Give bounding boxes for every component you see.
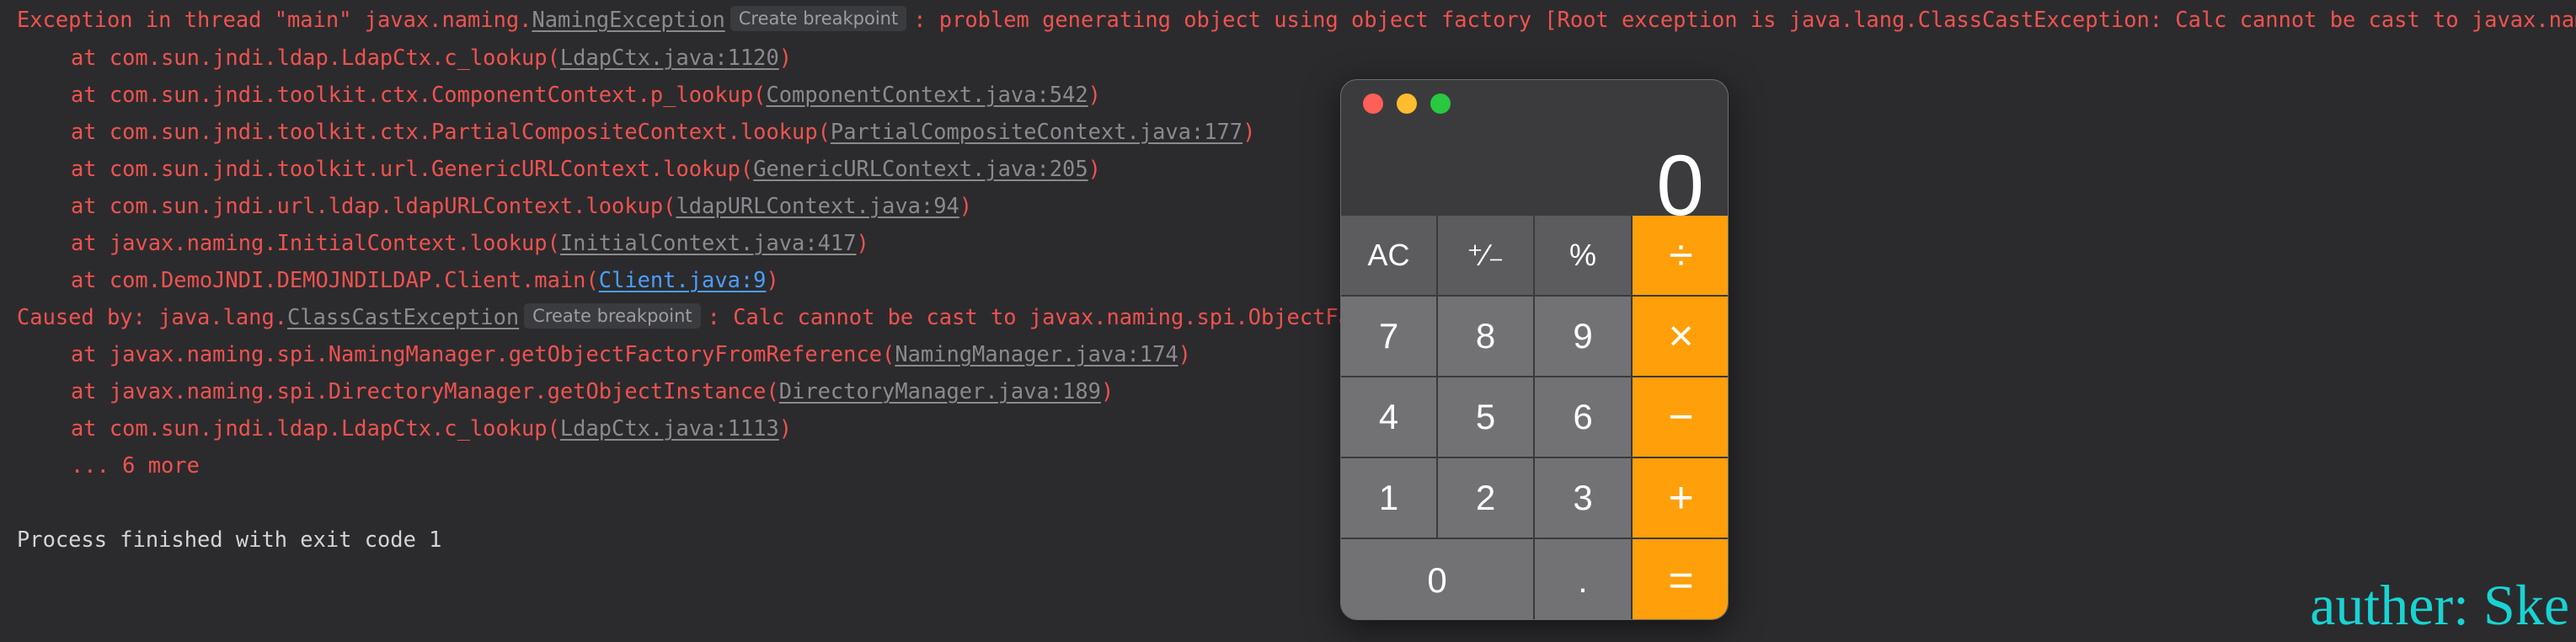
minus-button[interactable]: − [1633,377,1728,458]
digit-0-button[interactable]: 0 [1341,539,1535,619]
clear-button[interactable]: AC [1341,216,1438,297]
stack-frame: at com.sun.jndi.toolkit.url.GenericURLCo… [71,150,1101,187]
digit-9-button[interactable]: 9 [1535,297,1633,377]
stack-frame: at com.sun.jndi.ldap.LdapCtx.c_lookup(Ld… [71,39,792,76]
stack-frame-method: at com.sun.jndi.ldap.LdapCtx.c_lookup( [71,45,560,70]
plus-button[interactable]: + [1633,458,1728,539]
calculator-window[interactable]: 0 AC ⁺∕₋ % ÷ 7 8 9 × 4 5 6 − 1 2 3 + 0 .… [1340,79,1729,620]
source-link[interactable]: NamingManager.java:174 [895,341,1178,366]
stack-frame-close: ) [1088,156,1101,181]
stack-frame-close: ) [778,45,793,70]
source-link[interactable]: LdapCtx.java:1113 [560,415,779,441]
decimal-button[interactable]: . [1535,539,1633,619]
stack-frame-close: ) [1088,82,1101,107]
digit-5-button[interactable]: 5 [1438,377,1535,458]
console-line-caused-by: Caused by: java.lang.ClassCastException C… [17,298,1415,335]
stack-frame-close: ) [766,267,779,292]
stack-frame-method: at com.sun.jndi.toolkit.ctx.PartialCompo… [71,119,831,144]
digit-8-button[interactable]: 8 [1438,297,1535,377]
stack-frame-method: at javax.naming.spi.DirectoryManager.get… [71,378,779,404]
source-link-user-code[interactable]: Client.java:9 [599,267,767,292]
calculator-keypad: AC ⁺∕₋ % ÷ 7 8 9 × 4 5 6 − 1 2 3 + 0 . = [1341,216,1728,619]
process-finished-line: Process finished with exit code 1 [17,527,442,552]
divide-button[interactable]: ÷ [1633,216,1728,297]
stack-frame: at com.sun.jndi.toolkit.ctx.ComponentCon… [71,76,1101,113]
stack-frame-close: ) [856,230,869,255]
stack-frame-close: ) [1243,119,1256,144]
stack-frame-method: at com.sun.jndi.url.ldap.ldapURLContext.… [71,193,676,218]
digit-2-button[interactable]: 2 [1438,458,1535,539]
close-window-button[interactable] [1363,94,1383,114]
source-link[interactable]: GenericURLContext.java:205 [753,156,1088,181]
calculator-titlebar[interactable] [1341,80,1728,127]
stack-frame: at com.sun.jndi.ldap.LdapCtx.c_lookup(Ld… [71,409,792,447]
stack-frame: at com.sun.jndi.toolkit.ctx.PartialCompo… [71,113,1255,150]
source-link[interactable]: ComponentContext.java:542 [766,82,1088,107]
stack-frame: at javax.naming.spi.DirectoryManager.get… [71,372,1114,409]
digit-1-button[interactable]: 1 [1341,458,1438,539]
source-link[interactable]: DirectoryManager.java:189 [779,378,1101,404]
source-link[interactable]: LdapCtx.java:1120 [560,45,779,70]
stack-frame-method: at javax.naming.InitialContext.lookup( [71,230,560,255]
stack-frame: at javax.naming.spi.NamingManager.getObj… [71,335,1191,372]
multiply-button[interactable]: × [1633,297,1728,377]
stack-frame: at com.sun.jndi.url.ldap.ldapURLContext.… [71,187,972,224]
stack-frame-method: at com.sun.jndi.toolkit.url.GenericURLCo… [71,156,754,181]
create-breakpoint-button[interactable]: Create breakpoint [524,303,701,329]
caused-class-link[interactable]: ClassCastException [287,304,519,329]
digit-4-button[interactable]: 4 [1341,377,1438,458]
source-link[interactable]: InitialContext.java:417 [560,230,857,255]
digit-3-button[interactable]: 3 [1535,458,1633,539]
stack-frame: at com.DemoJNDI.DEMOJNDILDAP.Client.main… [71,261,779,298]
stack-frame-method: at com.DemoJNDI.DEMOJNDILDAP.Client.main… [71,267,599,292]
stack-frame-method: at javax.naming.spi.NamingManager.getObj… [71,341,895,366]
minimize-window-button[interactable] [1397,94,1417,114]
stack-frame-close: ) [778,415,793,441]
more-frames-line[interactable]: ... 6 more [71,447,200,484]
percent-button[interactable]: % [1535,216,1633,297]
maximize-window-button[interactable] [1430,94,1451,114]
digit-7-button[interactable]: 7 [1341,297,1438,377]
caused-head: Caused by: java.lang. [17,304,288,329]
stack-frame-method: at com.sun.jndi.ldap.LdapCtx.c_lookup( [71,415,560,441]
exception-class-link[interactable]: NamingException [532,7,724,32]
caused-message: : Calc cannot be cast to javax.naming.sp… [707,304,1416,329]
run-console[interactable]: Exception in thread "main" javax.naming.… [0,0,2576,642]
stack-frame-close: ) [1100,378,1114,404]
source-link[interactable]: ldapURLContext.java:94 [676,193,959,218]
equals-button[interactable]: = [1633,539,1728,619]
console-line-exception: Exception in thread "main" javax.naming.… [17,1,2576,38]
digit-6-button[interactable]: 6 [1535,377,1633,458]
stack-frame: at javax.naming.InitialContext.lookup(In… [71,224,869,261]
author-watermark: auther: Ske [2310,573,2569,637]
exception-head: Exception in thread "main" javax.naming. [17,7,532,32]
source-link[interactable]: PartialCompositeContext.java:177 [831,119,1243,144]
create-breakpoint-button[interactable]: Create breakpoint [730,6,907,31]
plus-minus-button[interactable]: ⁺∕₋ [1438,216,1535,297]
stack-frame-close: ) [1178,341,1191,366]
stack-frame-method: at com.sun.jndi.toolkit.ctx.ComponentCon… [71,82,767,107]
stack-frame-close: ) [959,193,973,218]
exception-message: : problem generating object using object… [913,7,2576,32]
